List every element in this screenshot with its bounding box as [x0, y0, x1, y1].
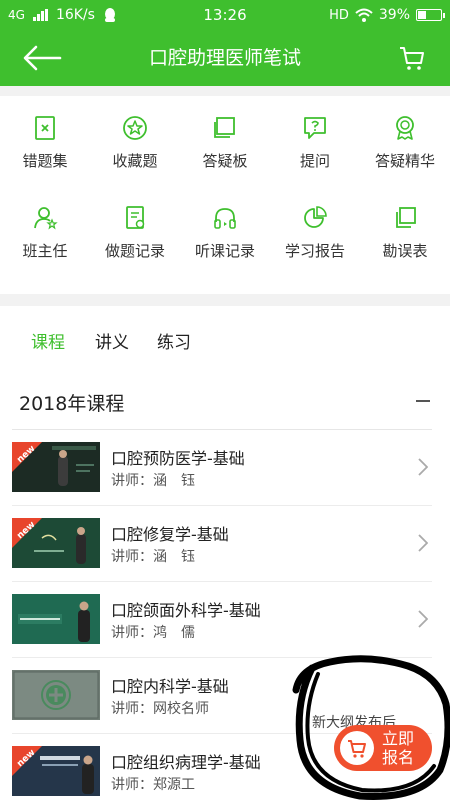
grid-item-label: 做题记录 [104, 242, 165, 260]
grid-item-label: 勘误表 [382, 242, 428, 260]
status-bar: 4G 16K/s 13:26 HD 39% [0, 0, 450, 30]
report-icon [304, 206, 327, 228]
spacer [0, 294, 450, 306]
net-speed: 16K/s [55, 7, 95, 23]
grid-item-listening-records[interactable]: 听课记录 [180, 186, 270, 276]
clock: 13:26 [203, 6, 247, 24]
grid-item-study-report[interactable]: 学习报告 [270, 186, 360, 276]
tab-exercises[interactable]: 练习 [157, 328, 191, 353]
course-title: 口腔预防医学-基础 [111, 449, 245, 468]
course-thumbnail [12, 594, 100, 644]
tab-courses[interactable]: 课程 [31, 328, 65, 353]
section-title: 2018年课程 [19, 393, 125, 415]
course-item[interactable]: new 口腔预防医学-基础 讲师：涵 钰 [0, 430, 450, 506]
course-title: 口腔修复学-基础 [111, 525, 229, 544]
enroll-label-line1: 立即 [382, 729, 415, 748]
course-teacher: 讲师：涵 钰 [111, 473, 195, 489]
grid-item-head-teacher[interactable]: 班主任 [0, 186, 90, 276]
spacer [0, 86, 450, 96]
medal-icon [396, 116, 414, 140]
collapse-icon[interactable] [416, 400, 430, 402]
grid-item-ask[interactable]: 提问 [270, 96, 360, 186]
copy-icon [396, 207, 416, 228]
headphones-icon [214, 208, 236, 229]
enroll-label: 立即 报名 [382, 729, 424, 767]
grid-item-label: 收藏题 [112, 152, 158, 170]
signal-icon [32, 9, 48, 21]
grid-item-qa-highlights[interactable]: 答疑精华 [360, 96, 450, 186]
app-header: 口腔助理医师笔试 [0, 30, 450, 86]
tab-handouts[interactable]: 讲义 [95, 328, 129, 353]
grid-item-favorites[interactable]: 收藏题 [90, 96, 180, 186]
cart-icon [348, 740, 366, 758]
network-label: 4G [8, 8, 25, 22]
course-title: 口腔内科学-基础 [111, 677, 229, 696]
enroll-now-button[interactable]: 立即 报名 [334, 725, 432, 771]
grid-item-label: 提问 [299, 152, 330, 170]
star-icon [123, 116, 147, 140]
chevron-right-icon [418, 534, 428, 552]
board-icon [214, 117, 235, 138]
content-tabs: 课程 讲义 练习 [0, 306, 450, 372]
grid-item-label: 答疑板 [202, 152, 248, 170]
question-bubble-icon [304, 117, 326, 139]
course-teacher: 讲师：网校名师 [111, 701, 209, 717]
course-title: 口腔颌面外科学-基础 [111, 601, 261, 620]
grid-item-practice-records[interactable]: 做题记录 [90, 186, 180, 276]
enroll-label-line2: 报名 [382, 748, 415, 767]
grid-item-wrong-questions[interactable]: 错题集 [0, 96, 90, 186]
wrong-question-book-icon [35, 116, 55, 140]
chevron-right-icon [418, 610, 428, 628]
grid-item-errata[interactable]: 勘误表 [360, 186, 450, 276]
course-teacher: 讲师：涵 钰 [111, 549, 195, 565]
hd-label: HD [329, 7, 349, 23]
wifi-icon [355, 8, 373, 22]
function-grid: 错题集 收藏题 答疑板 提问 答疑精华 班主任 做题记录 听课记录 学习报告 勘… [0, 96, 450, 294]
course-teacher: 讲师：郑源工 [111, 777, 195, 793]
record-icon [126, 206, 145, 229]
battery-percent: 39% [378, 7, 410, 23]
cart-circle [340, 731, 374, 765]
chevron-right-icon [418, 458, 428, 476]
grid-item-label: 学习报告 [284, 242, 345, 260]
course-thumbnail: new [12, 746, 100, 796]
course-section-header[interactable]: 2018年课程 [0, 372, 450, 430]
course-thumbnail: new [12, 518, 100, 568]
page-title: 口腔助理医师笔试 [148, 47, 301, 69]
cart-icon[interactable] [398, 44, 426, 72]
battery-icon [416, 9, 445, 21]
course-thumbnail [12, 670, 100, 720]
course-item[interactable]: 口腔颌面外科学-基础 讲师：鸿 儒 [0, 582, 450, 658]
grid-item-label: 错题集 [22, 152, 68, 170]
course-thumbnail: new [12, 442, 100, 492]
grid-item-qa-board[interactable]: 答疑板 [180, 96, 270, 186]
grid-item-label: 听课记录 [194, 242, 255, 260]
grid-item-label: 答疑精华 [374, 152, 435, 170]
qq-icon [104, 8, 115, 22]
course-title: 口腔组织病理学-基础 [111, 753, 261, 772]
teacher-icon [34, 207, 58, 230]
course-teacher: 讲师：鸿 儒 [111, 625, 195, 641]
grid-item-label: 班主任 [22, 242, 68, 260]
course-item[interactable]: new 口腔修复学-基础 讲师：涵 钰 [0, 506, 450, 582]
